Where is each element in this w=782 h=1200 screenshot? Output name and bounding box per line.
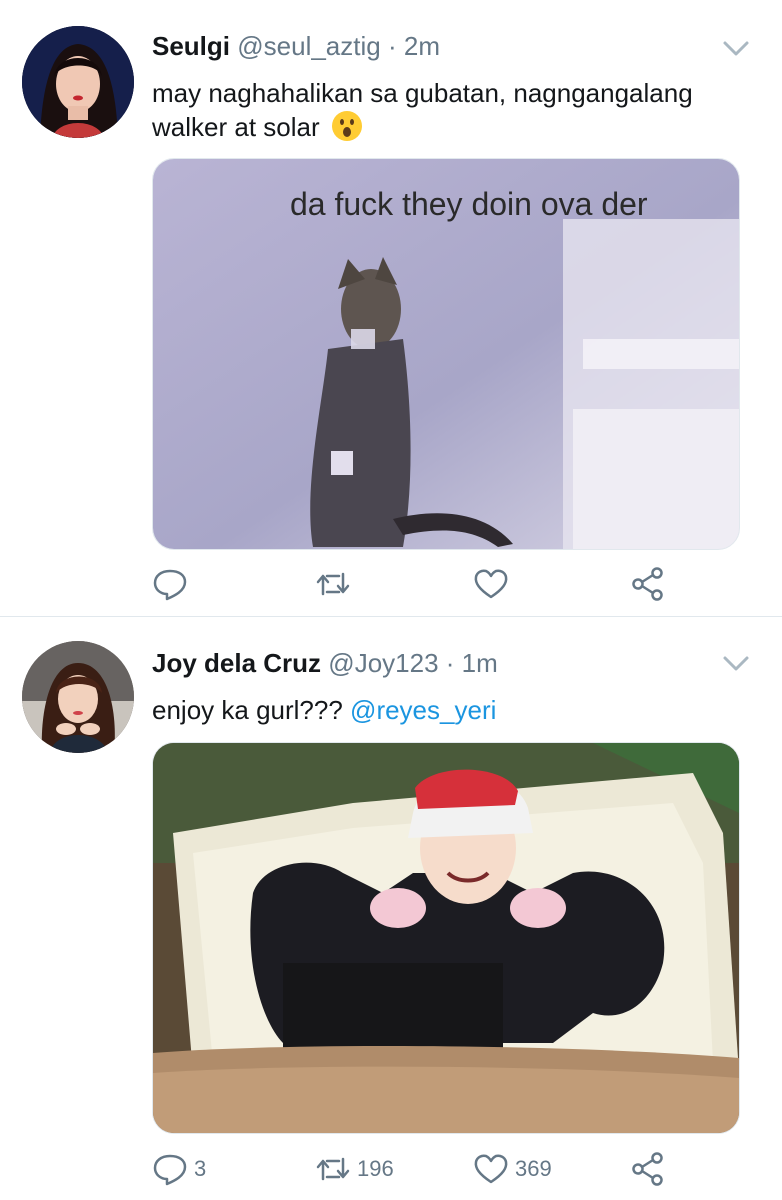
like-count: 369 bbox=[515, 1156, 552, 1181]
tweet-media-image[interactable]: da fuck they doin ova der bbox=[152, 158, 740, 550]
tweet-actions bbox=[152, 564, 712, 604]
surprised-face-emoji bbox=[331, 111, 362, 141]
timestamp[interactable]: 2m bbox=[404, 31, 440, 61]
tweet-text-line2: walker at solar bbox=[152, 112, 320, 142]
display-name[interactable]: Joy dela Cruz bbox=[152, 648, 321, 678]
tweet-text: may naghahalikan sa gubatan, nagngangala… bbox=[152, 76, 742, 144]
avatar[interactable] bbox=[22, 26, 134, 138]
chevron-down-icon[interactable] bbox=[722, 38, 750, 58]
tweet-text-line1: may naghahalikan sa gubatan, nagngangala… bbox=[152, 78, 693, 108]
tweet-text-body: enjoy ka gurl??? bbox=[152, 695, 343, 725]
retweet-count: 196 bbox=[357, 1156, 394, 1181]
display-name[interactable]: Seulgi bbox=[152, 31, 230, 61]
media-caption-text: da fuck they doin ova der bbox=[290, 186, 648, 222]
tweet-actions: 3 196 369 bbox=[152, 1149, 712, 1189]
separator-dot: · bbox=[387, 31, 397, 61]
reply-icon bbox=[153, 1154, 187, 1186]
tweet-media-image[interactable] bbox=[152, 742, 740, 1134]
reply-button[interactable]: 3 bbox=[152, 1149, 206, 1189]
share-button[interactable] bbox=[630, 564, 666, 604]
tweet-text: enjoy ka gurl??? @reyes_yeri bbox=[152, 693, 742, 727]
reply-button[interactable] bbox=[152, 564, 194, 604]
chevron-down-icon[interactable] bbox=[722, 653, 750, 673]
retweet-button[interactable] bbox=[315, 564, 357, 604]
tweet-header: Joy dela Cruz @Joy123 · 1m bbox=[152, 647, 498, 679]
reply-icon bbox=[153, 569, 187, 601]
share-icon bbox=[632, 1152, 663, 1186]
user-handle[interactable]: @seul_aztig bbox=[237, 31, 380, 61]
user-handle[interactable]: @Joy123 bbox=[328, 648, 438, 678]
tweet[interactable]: Seulgi @seul_aztig · 2m may naghahalikan… bbox=[0, 0, 782, 617]
avatar[interactable] bbox=[22, 641, 134, 753]
share-icon bbox=[632, 567, 663, 601]
reply-count: 3 bbox=[194, 1156, 207, 1181]
like-icon bbox=[474, 569, 508, 599]
retweet-button[interactable]: 196 bbox=[315, 1149, 394, 1189]
share-button[interactable] bbox=[630, 1149, 666, 1189]
retweet-icon bbox=[316, 1157, 350, 1181]
like-icon bbox=[474, 1154, 508, 1184]
separator-dot: · bbox=[445, 648, 455, 678]
tweet[interactable]: Joy dela Cruz @Joy123 · 1m enjoy ka gurl… bbox=[0, 617, 782, 1200]
like-button[interactable]: 369 bbox=[473, 1149, 552, 1189]
retweet-icon bbox=[316, 572, 350, 596]
mention-link[interactable]: @reyes_yeri bbox=[350, 695, 496, 725]
like-button[interactable] bbox=[473, 564, 515, 604]
timestamp[interactable]: 1m bbox=[462, 648, 498, 678]
tweet-header: Seulgi @seul_aztig · 2m bbox=[152, 30, 440, 62]
